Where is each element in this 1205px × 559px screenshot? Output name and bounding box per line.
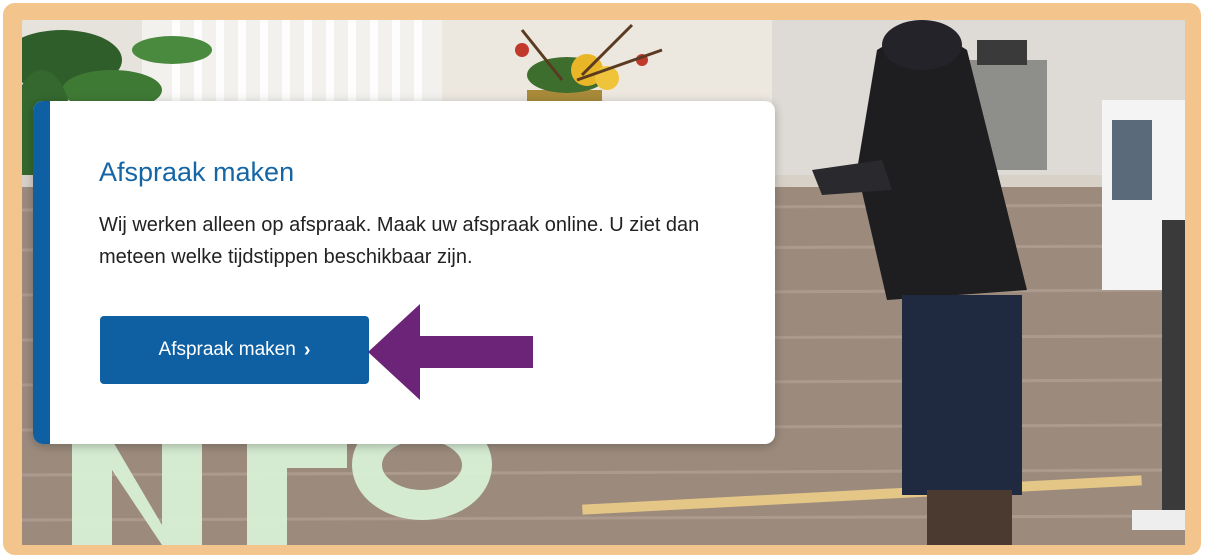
make-appointment-button[interactable]: Afspraak maken ›	[100, 316, 369, 384]
chevron-right-icon: ›	[303, 338, 311, 361]
left-arrow-annotation	[368, 304, 533, 400]
card-accent-bar	[33, 101, 50, 444]
card-title: Afspraak maken	[99, 157, 295, 187]
card-description: Wij werken alleen op afspraak. Maak uw a…	[99, 214, 700, 268]
button-label: Afspraak maken	[158, 339, 296, 360]
